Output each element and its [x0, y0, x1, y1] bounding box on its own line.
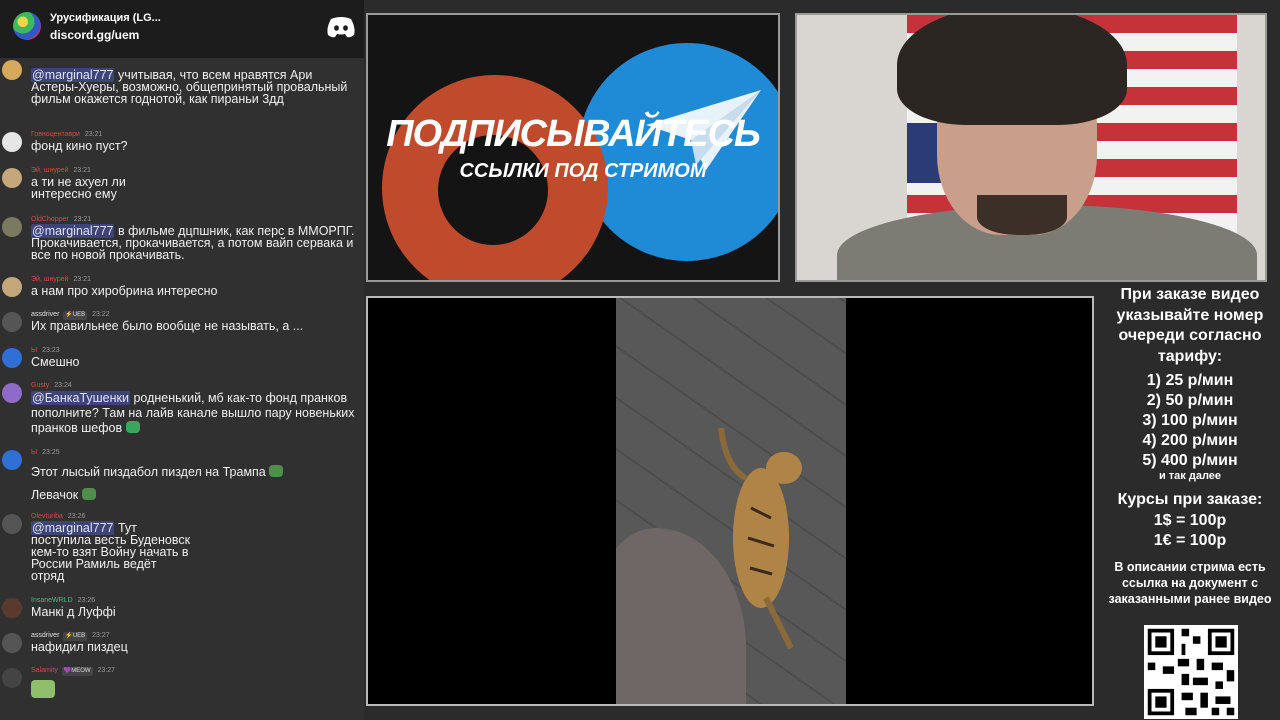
username[interactable]: Salamity — [31, 667, 58, 674]
promo-title: ПОДПИСЫВАЙТЕСЬ — [386, 113, 761, 155]
message-body: Левачок — [31, 488, 79, 502]
message-text: фонд кино пуст? — [31, 139, 128, 153]
message-body: Этот лысый пиздабол пиздел на Трампа — [31, 465, 266, 479]
order-instructions: При заказе видео указывайте номер очеред… — [1116, 286, 1264, 365]
avatar — [2, 348, 22, 368]
user-badge: 💜MEOW — [61, 667, 93, 676]
message-meta: InsaneWRLD 23:26 — [31, 596, 95, 605]
message-meta: Говноцентаври 23:21 — [31, 130, 102, 139]
username[interactable]: Эй, шнурей — [31, 276, 68, 283]
message-meta: Эй, шнурей 23:21 — [31, 275, 91, 284]
rates-list: 1$ = 100р 1€ = 100р — [1100, 511, 1280, 551]
avatar — [2, 168, 22, 188]
username[interactable]: Ы — [31, 347, 37, 354]
tariff-item: 1) 25 р/мин — [1146, 372, 1234, 389]
message-meta: Olevturiba 23:26 — [31, 512, 85, 521]
timestamp: 23:21 — [73, 167, 91, 174]
mention[interactable]: @БанкаТушенки — [31, 391, 130, 405]
chat-messages: @marginal777 учитывая, что всем нравятся… — [0, 0, 364, 720]
username[interactable]: Говноцентаври — [31, 131, 80, 138]
timestamp: 23:25 — [42, 449, 60, 456]
message-meta: Salamity 💜MEOW 23:27 — [31, 666, 115, 676]
streamer-beard — [977, 195, 1067, 235]
username[interactable]: OldChopper — [31, 216, 69, 223]
timestamp: 23:27 — [97, 667, 116, 674]
tariff-item: 3) 100 р/мин — [1142, 412, 1238, 429]
pepe-emoji-icon — [81, 488, 96, 500]
avatar — [2, 668, 22, 688]
sticker-emoji-icon — [31, 680, 55, 698]
username[interactable]: Gusty — [31, 382, 49, 389]
server-invite-link[interactable]: discord.gg/uem — [50, 28, 139, 42]
username[interactable]: InsaneWRLD — [31, 597, 73, 604]
username[interactable]: assdriver — [31, 632, 59, 639]
message-meta: Gusty 23:24 — [31, 381, 72, 390]
avatar — [2, 598, 22, 618]
timestamp: 23:26 — [67, 513, 86, 520]
message-text: Манкі д Луффі — [31, 605, 116, 619]
message-text: @marginal777 Тут поступила весть Буденов… — [31, 521, 191, 582]
avatar — [2, 60, 22, 80]
avatar — [2, 450, 22, 470]
timestamp: 23:27 — [92, 632, 110, 639]
message-text: @БанкаТушенки родненький, мб как-то фонд… — [31, 391, 361, 436]
rates-header: Курсы при заказе: — [1117, 491, 1263, 508]
qr-code-icon[interactable] — [1144, 625, 1238, 719]
message-text: нафидил пиздец — [31, 640, 128, 654]
username[interactable]: Ы — [31, 449, 37, 456]
avatar — [2, 277, 22, 297]
username[interactable]: assdriver — [31, 311, 59, 318]
avatar — [2, 633, 22, 653]
message-text: @marginal777 учитывая, что всем нравятся… — [31, 68, 361, 105]
message-meta: Эй, шнурей 23:21 — [31, 166, 91, 175]
avatar — [2, 514, 22, 534]
message-text: @marginal777 в фильме дцпшник, как перс … — [31, 224, 361, 261]
timestamp: 23:26 — [77, 597, 96, 604]
tariff-item: 4) 200 р/мин — [1142, 432, 1238, 449]
order-info-panel: При заказе видео указывайте номер очеред… — [1100, 282, 1280, 720]
video-frame — [616, 298, 846, 704]
tariff-item: 2) 50 р/мин — [1146, 392, 1234, 409]
avatar — [2, 383, 22, 403]
timestamp: 23:21 — [73, 276, 91, 283]
message-meta: Ы 23:23 — [31, 346, 60, 355]
subscribe-promo-panel: ПОДПИСЫВАЙТЕСЬ ССЫЛКИ ПОД СТРИМОМ — [366, 13, 780, 282]
message-meta: Ы 23:25 — [31, 448, 60, 457]
video-player[interactable] — [366, 296, 1094, 706]
rate-item: 1€ = 100р — [1153, 532, 1227, 549]
timestamp: 23:23 — [42, 347, 60, 354]
message-text: Левачок — [31, 488, 361, 501]
tariff-more: и так далее — [1158, 470, 1222, 482]
streamer-hair — [897, 15, 1127, 125]
tariff-list: 1) 25 р/мин 2) 50 р/мин 3) 100 р/мин 4) … — [1100, 371, 1280, 471]
avatar — [2, 312, 22, 332]
message-meta: OldChopper 23:21 — [31, 215, 91, 224]
timestamp: 23:21 — [73, 216, 92, 223]
timestamp: 23:21 — [84, 131, 103, 138]
server-name: Урусификация (LG... — [50, 12, 161, 24]
discord-header[interactable]: Урусификация (LG... discord.gg/uem — [0, 0, 364, 58]
message-text: Их правильнее было вообще не называть, а… — [31, 319, 304, 333]
tariff-item: 5) 400 р/мин — [1142, 452, 1238, 469]
timestamp: 23:22 — [92, 311, 110, 318]
message-text: Смешно — [31, 355, 80, 369]
promo-subtitle: ССЫЛКИ ПОД СТРИМОМ — [459, 160, 707, 182]
discord-logo-icon — [327, 17, 355, 38]
message-text: а нам про хиробрина интересно — [31, 284, 218, 298]
message-text: Этот лысый пиздабол пиздел на Трампа — [31, 465, 361, 478]
pepe-emoji-icon — [269, 465, 284, 477]
description-note: В описании стрима есть ссылка на докумен… — [1108, 560, 1272, 606]
server-icon — [13, 12, 41, 40]
username[interactable]: Olevturiba — [31, 513, 63, 520]
message-text — [31, 680, 361, 699]
chat-panel: @marginal777 учитывая, что всем нравятся… — [0, 0, 364, 720]
webcam-feed — [795, 13, 1267, 282]
globe-emoji-icon — [125, 421, 140, 433]
avatar — [2, 132, 22, 152]
username[interactable]: Эй, шнурей — [31, 167, 68, 174]
rate-item: 1$ = 100р — [1153, 512, 1227, 529]
message-text: а ти не ахуел ли интересно ему — [31, 175, 126, 201]
timestamp: 23:24 — [54, 382, 72, 389]
avatar — [2, 217, 22, 237]
